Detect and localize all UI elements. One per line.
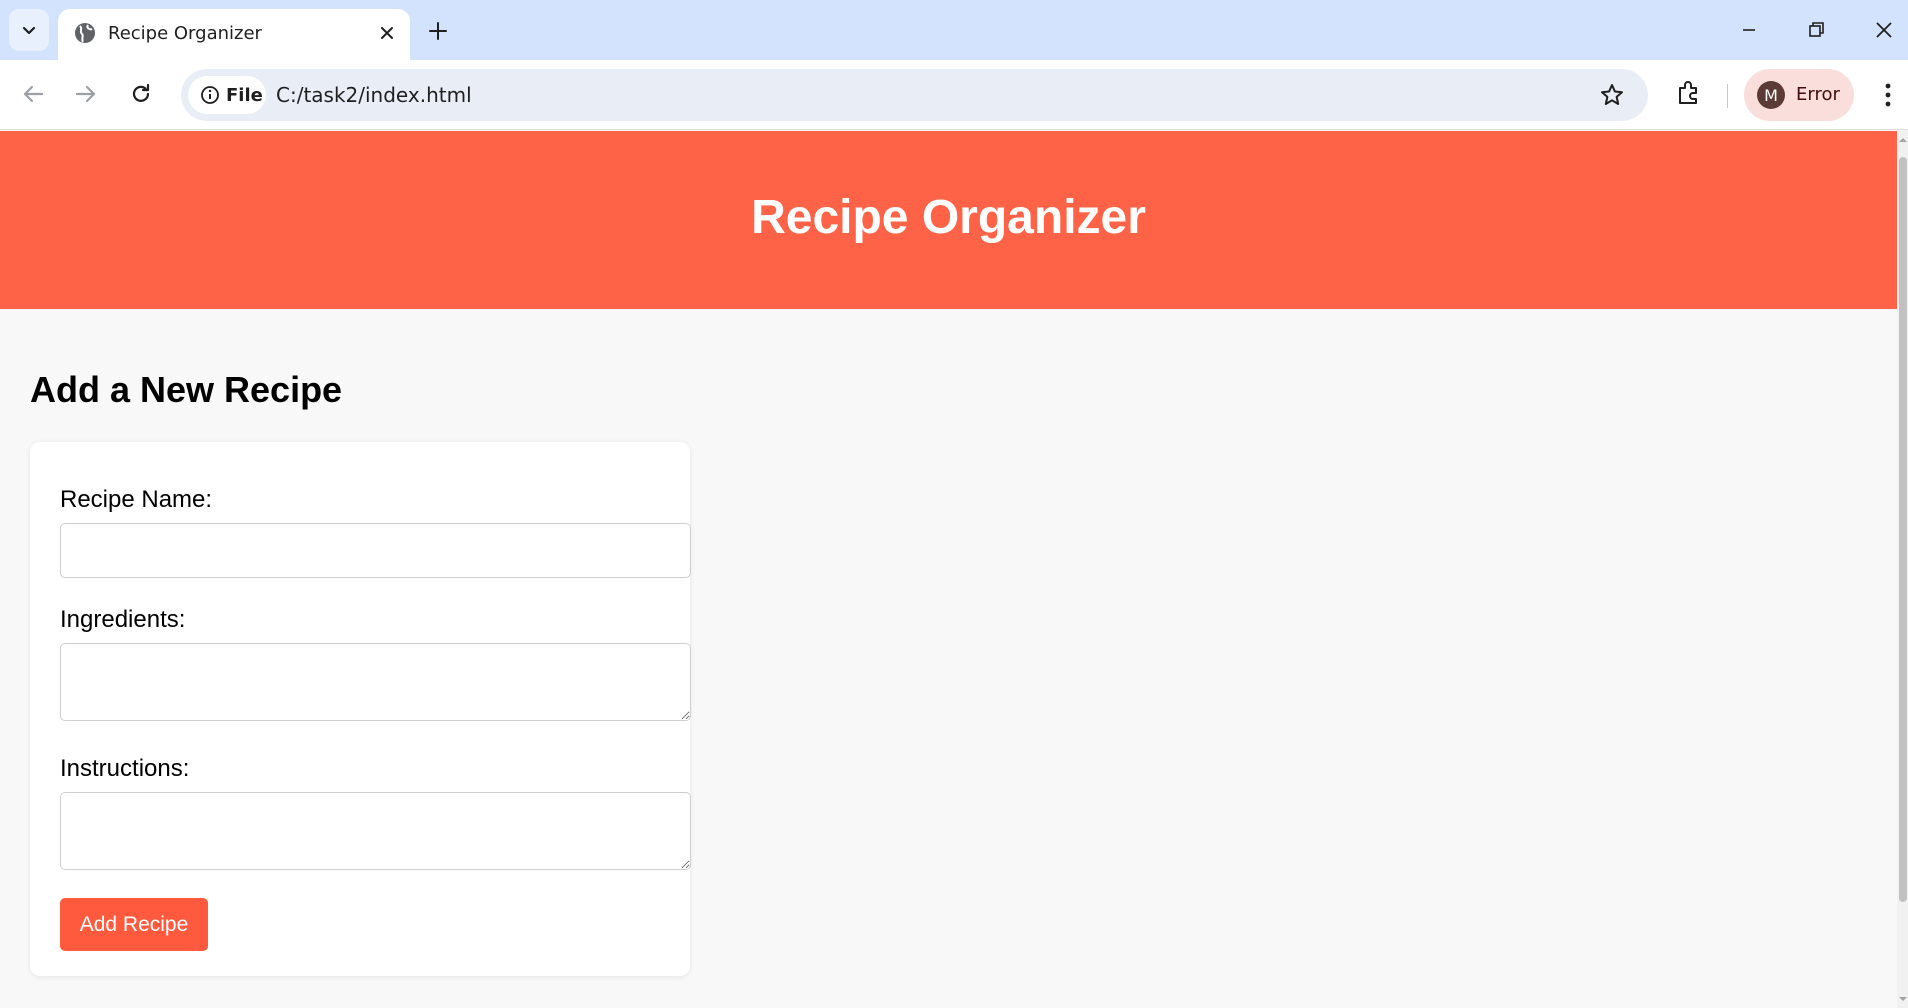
plus-icon[interactable] — [424, 17, 452, 45]
page-scrollbar[interactable] — [1897, 131, 1908, 1008]
page-viewport: Recipe Organizer Add a New Recipe Recipe… — [0, 131, 1897, 1008]
chevron-down-icon — [22, 26, 36, 35]
close-icon[interactable] — [376, 22, 398, 44]
browser-toolbar: File C:/task2/index.html M Error — [0, 60, 1908, 130]
back-arrow-icon[interactable] — [16, 77, 50, 111]
ingredients-label: Ingredients: — [60, 606, 186, 633]
globe-icon — [75, 23, 95, 43]
restore-icon[interactable] — [1800, 14, 1832, 46]
instructions-label: Instructions: — [60, 755, 190, 782]
tab-strip: Recipe Organizer — [0, 0, 1908, 60]
scroll-up-arrow-icon[interactable] — [1898, 135, 1908, 145]
recipe-name-input[interactable] — [60, 523, 691, 578]
avatar: M — [1757, 81, 1785, 109]
ingredients-textarea[interactable] — [60, 643, 691, 721]
profile-button[interactable]: M Error — [1744, 69, 1854, 121]
scroll-down-arrow-icon[interactable] — [1898, 994, 1908, 1004]
site-header: Recipe Organizer — [0, 131, 1897, 309]
site-info-chip[interactable]: File — [188, 76, 266, 114]
toolbar-divider — [1727, 84, 1728, 108]
minimize-icon[interactable] — [1733, 14, 1765, 46]
url-text[interactable]: C:/task2/index.html — [276, 83, 472, 107]
site-info-label: File — [226, 84, 263, 106]
info-icon — [201, 86, 219, 104]
instructions-textarea[interactable] — [60, 792, 691, 870]
kebab-menu-icon[interactable] — [1874, 78, 1902, 112]
scroll-thumb[interactable] — [1899, 157, 1907, 902]
page-title: Recipe Organizer — [751, 191, 1146, 244]
extensions-icon[interactable] — [1672, 76, 1706, 110]
star-icon[interactable] — [1598, 81, 1626, 109]
profile-status-label: Error — [1796, 84, 1840, 105]
tab-search-button[interactable] — [9, 9, 49, 51]
recipe-form: Recipe Name: Ingredients: Instructions: … — [30, 442, 691, 976]
tab-title: Recipe Organizer — [108, 23, 262, 44]
reload-icon[interactable] — [124, 77, 158, 111]
recipe-name-label: Recipe Name: — [60, 486, 213, 513]
window-close-icon[interactable] — [1868, 14, 1900, 46]
address-bar[interactable]: File C:/task2/index.html — [181, 69, 1648, 121]
section-title: Add a New Recipe — [30, 369, 343, 410]
active-tab[interactable]: Recipe Organizer — [58, 9, 410, 60]
forward-arrow-icon[interactable] — [69, 77, 103, 111]
add-recipe-button[interactable]: Add Recipe — [60, 898, 208, 951]
